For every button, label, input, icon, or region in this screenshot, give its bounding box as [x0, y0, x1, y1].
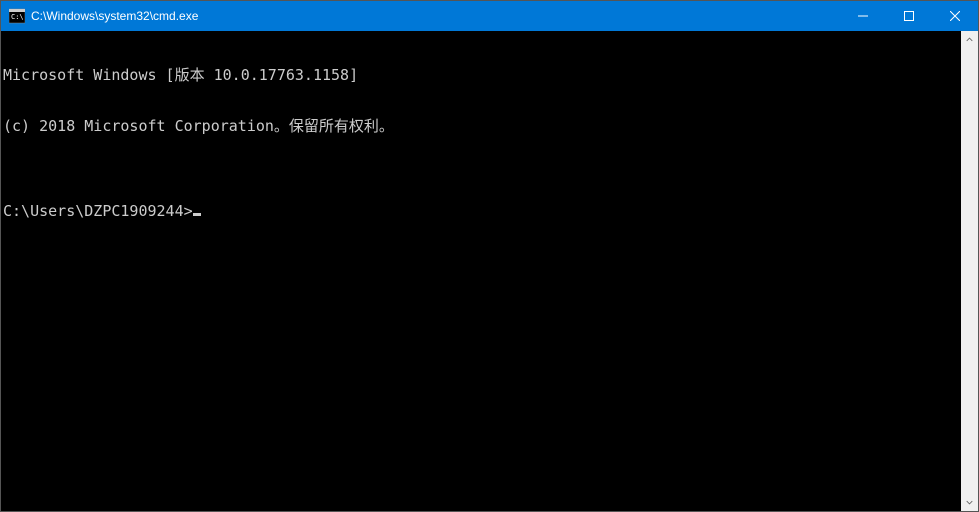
terminal-prompt: C:\Users\DZPC1909244>: [3, 203, 193, 220]
minimize-button[interactable]: [840, 1, 886, 31]
svg-text:C:\: C:\: [11, 13, 24, 21]
cursor-icon: [193, 213, 201, 216]
cmd-window: C:\ C:\Windows\system32\cmd.exe Microsof…: [0, 0, 979, 512]
content-area: Microsoft Windows [版本 10.0.17763.1158] (…: [1, 31, 978, 511]
maximize-button[interactable]: [886, 1, 932, 31]
terminal-line-version: Microsoft Windows [版本 10.0.17763.1158]: [3, 67, 961, 84]
window-controls: [840, 1, 978, 31]
scroll-up-button[interactable]: [961, 31, 978, 48]
scroll-track[interactable]: [961, 48, 978, 494]
vertical-scrollbar[interactable]: [961, 31, 978, 511]
scroll-down-button[interactable]: [961, 494, 978, 511]
terminal-prompt-line: C:\Users\DZPC1909244>: [3, 203, 961, 220]
app-icon: C:\: [9, 8, 25, 24]
terminal-output[interactable]: Microsoft Windows [版本 10.0.17763.1158] (…: [1, 31, 961, 511]
close-button[interactable]: [932, 1, 978, 31]
window-title: C:\Windows\system32\cmd.exe: [31, 9, 840, 23]
terminal-line-copyright: (c) 2018 Microsoft Corporation。保留所有权利。: [3, 118, 961, 135]
titlebar[interactable]: C:\ C:\Windows\system32\cmd.exe: [1, 1, 978, 31]
